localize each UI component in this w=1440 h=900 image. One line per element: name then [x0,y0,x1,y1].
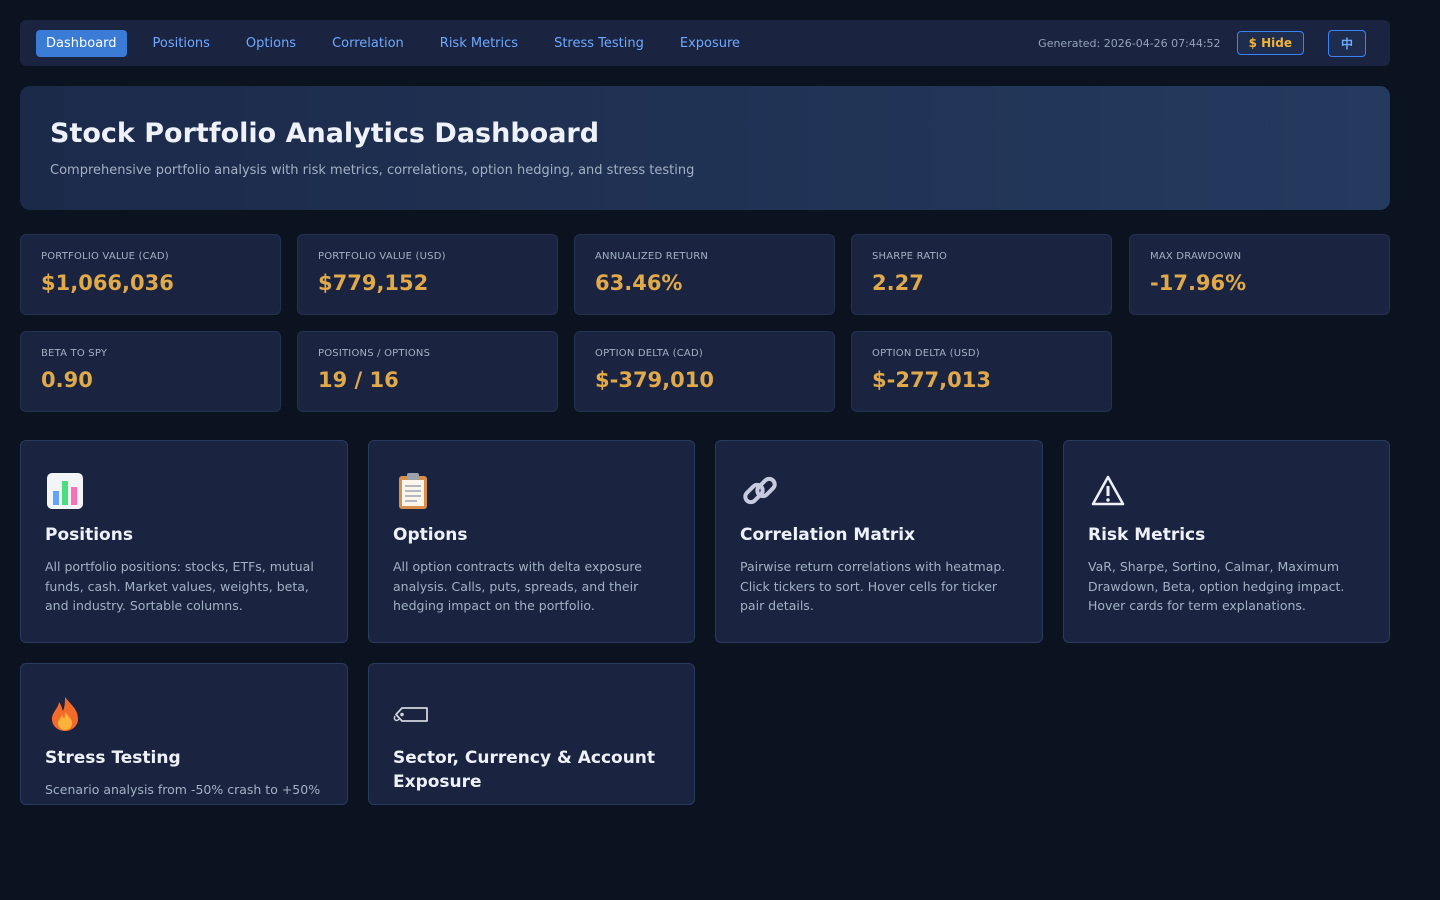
kpi-value: $-379,010 [595,368,714,392]
kpi-label: PORTFOLIO VALUE (USD) [318,251,446,262]
kpi-option-delta-cad: OPTION DELTA (CAD) $-379,010 [574,331,835,412]
kpi-value: 2.27 [872,271,924,295]
kpi-positions-options: POSITIONS / OPTIONS 19 / 16 [297,331,558,412]
tab-exposure[interactable]: Exposure [670,30,750,57]
link-icon [740,471,780,511]
kpi-value: $-277,013 [872,368,991,392]
kpi-label: BETA TO SPY [41,348,108,359]
kpi-label: PORTFOLIO VALUE (CAD) [41,251,169,262]
kpi-max-drawdown: MAX DRAWDOWN -17.96% [1129,234,1390,315]
card-title: Correlation Matrix [740,525,916,545]
nav-tabs: Dashboard Positions Options Correlation … [36,29,760,57]
kpi-sharpe-ratio: SHARPE RATIO 2.27 [851,234,1112,315]
kpi-label: SHARPE RATIO [872,251,948,262]
tab-dashboard[interactable]: Dashboard [36,29,127,57]
card-title: Stress Testing [45,748,181,768]
kpi-label: OPTION DELTA (USD) [872,348,980,359]
card-title: Risk Metrics [1088,525,1206,545]
kpi-option-delta-usd: OPTION DELTA (USD) $-277,013 [851,331,1112,412]
kpi-label: POSITIONS / OPTIONS [318,348,431,359]
page-subtitle: Comprehensive portfolio analysis with ri… [50,163,695,178]
tab-risk-metrics[interactable]: Risk Metrics [430,30,528,57]
card-exposure[interactable]: Sector, Currency & Account Exposure [368,663,695,805]
tab-options[interactable]: Options [236,30,306,57]
kpi-value: 19 / 16 [318,368,399,392]
card-options[interactable]: Options All option contracts with delta … [368,440,695,643]
card-description: All portfolio positions: stocks, ETFs, m… [45,559,314,613]
kpi-value: $1,066,036 [41,271,174,295]
generated-timestamp: Generated: 2026-04-26 07:44:52 [1038,36,1221,50]
kpi-label: MAX DRAWDOWN [1150,251,1242,262]
kpi-beta-to-spy: BETA TO SPY 0.90 [20,331,281,412]
card-stress-testing[interactable]: Stress Testing Scenario analysis from -5… [20,663,348,805]
tab-positions[interactable]: Positions [143,30,220,57]
card-correlation-matrix[interactable]: Correlation Matrix Pairwise return corre… [715,440,1043,643]
kpi-value: 0.90 [41,368,93,392]
card-title: Options [393,525,468,545]
language-toggle-button[interactable]: 中 [1327,29,1366,57]
card-description: Pairwise return correlations with heatma… [740,559,1006,613]
fire-icon [45,694,85,734]
card-positions[interactable]: Positions All portfolio positions: stock… [20,440,348,643]
top-nav: Dashboard Positions Options Correlation … [20,20,1390,66]
card-risk-metrics[interactable]: Risk Metrics VaR, Sharpe, Sortino, Calma… [1063,440,1390,643]
tab-correlation[interactable]: Correlation [322,30,414,57]
kpi-value: 63.46% [595,271,683,295]
card-description: Scenario analysis from -50% crash to +50… [45,782,321,804]
kpi-annualized-return: ANNUALIZED RETURN 63.46% [574,234,835,315]
card-description: All option contracts with delta exposure… [393,559,642,613]
nav-right-controls: Generated: 2026-04-26 07:44:52 $ Hide 中 [1038,29,1374,57]
card-description: VaR, Sharpe, Sortino, Calmar, Maximum Dr… [1088,559,1345,613]
bar-chart-icon [45,471,85,511]
tab-stress-testing[interactable]: Stress Testing [544,30,654,57]
warning-icon [1088,471,1128,511]
kpi-value: -17.96% [1150,271,1247,295]
kpi-value: $779,152 [318,271,429,295]
page-title: Stock Portfolio Analytics Dashboard [50,118,600,149]
kpi-label: OPTION DELTA (CAD) [595,348,703,359]
kpi-label: ANNUALIZED RETURN [595,251,709,262]
card-title: Positions [45,525,133,545]
kpi-portfolio-value-usd: PORTFOLIO VALUE (USD) $779,152 [297,234,558,315]
card-title: Sector, Currency & Account Exposure [393,748,656,792]
price-tag-icon [393,694,433,734]
hero-banner: Stock Portfolio Analytics Dashboard Comp… [20,86,1390,210]
hide-values-button[interactable]: $ Hide [1236,31,1304,55]
clipboard-icon [393,471,433,511]
kpi-portfolio-value-cad: PORTFOLIO VALUE (CAD) $1,066,036 [20,234,281,315]
